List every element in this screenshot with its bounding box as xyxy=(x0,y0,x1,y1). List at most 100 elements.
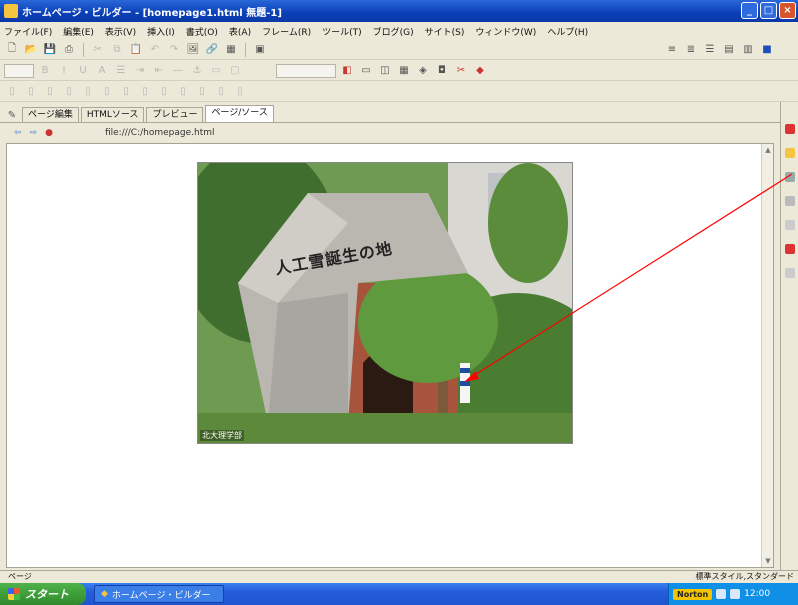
layout-btn-2-icon[interactable]: ▯ xyxy=(23,85,39,99)
layout-btn-4-icon[interactable]: ▯ xyxy=(61,85,77,99)
text-pane-icon[interactable] xyxy=(784,196,795,206)
menu-view[interactable]: 表示(V) xyxy=(105,25,136,38)
menu-site[interactable]: サイト(S) xyxy=(425,25,465,38)
taskbar-item-homepage-builder[interactable]: ◆ ホームページ・ビルダー xyxy=(94,585,224,603)
form-icon[interactable]: ▭ xyxy=(208,64,224,78)
tab-page-edit[interactable]: ページ編集 xyxy=(22,107,79,122)
maximize-button[interactable]: □ xyxy=(760,2,777,19)
close-button[interactable]: × xyxy=(779,2,796,19)
layout-btn-1-icon[interactable]: ▯ xyxy=(4,85,20,99)
paste-icon[interactable]: 📋 xyxy=(128,43,144,57)
volume-icon[interactable] xyxy=(730,589,741,599)
start-button[interactable]: スタート xyxy=(0,583,86,605)
undo-icon[interactable]: ↶ xyxy=(147,43,163,57)
view-tabs: ✎ ページ編集 HTMLソース プレビュー ページ/ソース xyxy=(0,102,780,122)
layout-btn-13-icon[interactable]: ▯ xyxy=(232,85,248,99)
button-icon[interactable]: ▢ xyxy=(227,64,243,78)
menu-format[interactable]: 書式(O) xyxy=(186,25,218,38)
menu-tools[interactable]: ツール(T) xyxy=(322,25,362,38)
insert-media-icon[interactable]: ◈ xyxy=(415,64,431,78)
editor-canvas[interactable]: 人工雪誕生の地 北大理学部 ▲ ▼ xyxy=(6,143,774,568)
menu-help[interactable]: ヘルプ(H) xyxy=(547,25,588,38)
layout-btn-10-icon[interactable]: ▯ xyxy=(175,85,191,99)
menu-window[interactable]: ウィンドウ(W) xyxy=(475,25,536,38)
tab-preview[interactable]: プレビュー xyxy=(146,107,204,122)
app-icon xyxy=(4,4,18,18)
back-arrow-icon[interactable]: ⇦ xyxy=(14,128,22,138)
layout-btn-6-icon[interactable]: ▯ xyxy=(99,85,115,99)
image-icon[interactable]: 🖼 xyxy=(185,43,201,57)
insert-object-icon[interactable]: ◘ xyxy=(434,64,450,78)
scroll-down-icon[interactable]: ▼ xyxy=(762,555,774,567)
redo-icon[interactable]: ↷ xyxy=(166,43,182,57)
insert-text-icon[interactable]: ▭ xyxy=(358,64,374,78)
open-folder-icon[interactable]: 📂 xyxy=(23,43,39,57)
taskbar: スタート ◆ ホームページ・ビルダー Norton 12:00 xyxy=(0,583,798,605)
help-icon[interactable] xyxy=(784,124,795,134)
copy-icon[interactable]: ⧉ xyxy=(109,43,125,57)
new-page-icon[interactable]: 🗋 xyxy=(4,43,20,57)
cut-icon[interactable]: ✂ xyxy=(90,43,106,57)
inserted-photo[interactable]: 人工雪誕生の地 北大理学部 xyxy=(197,162,573,444)
tab-page-source[interactable]: ページ/ソース xyxy=(205,105,274,122)
print-icon[interactable]: ⎙ xyxy=(61,43,77,57)
layout-btn-12-icon[interactable]: ▯ xyxy=(213,85,229,99)
photo-caption: 北大理学部 xyxy=(200,430,244,441)
stop-icon[interactable]: ● xyxy=(45,128,53,138)
layout-btn-8-icon[interactable]: ▯ xyxy=(137,85,153,99)
list-icon[interactable]: ☰ xyxy=(113,64,129,78)
menu-blog[interactable]: ブログ(G) xyxy=(373,25,414,38)
align-right-icon[interactable]: ☰ xyxy=(702,43,718,57)
diamond-icon[interactable]: ◆ xyxy=(472,64,488,78)
anchor-icon[interactable]: ⚓ xyxy=(189,64,205,78)
table-pane-icon[interactable] xyxy=(784,220,795,230)
tab-html-source[interactable]: HTMLソース xyxy=(80,107,145,122)
font-combo[interactable] xyxy=(276,63,336,78)
insert-table-icon[interactable]: ▦ xyxy=(396,64,412,78)
table-icon[interactable]: ▦ xyxy=(223,43,239,57)
link-icon[interactable]: 🔗 xyxy=(204,43,220,57)
insert-image-icon[interactable]: ◫ xyxy=(377,64,393,78)
forward-arrow-icon[interactable]: ⇨ xyxy=(30,128,38,138)
save-icon[interactable]: 💾 xyxy=(42,43,58,57)
layout-toolbar: ▯ ▯ ▯ ▯ ▯ ▯ ▯ ▯ ▯ ▯ ▯ ▯ ▯ xyxy=(0,82,798,102)
layout-icon[interactable]: ▣ xyxy=(252,43,268,57)
status-right-text: 標準スタイル,スタンダード xyxy=(695,572,794,581)
settings-pane-icon[interactable] xyxy=(784,268,795,278)
menu-frame[interactable]: フレーム(R) xyxy=(262,25,311,38)
network-icon[interactable] xyxy=(716,589,727,599)
vertical-scrollbar[interactable]: ▲ ▼ xyxy=(761,144,773,567)
menu-insert[interactable]: 挿入(I) xyxy=(147,25,175,38)
italic-icon[interactable]: I xyxy=(56,64,72,78)
norton-icon[interactable]: Norton xyxy=(673,588,713,600)
hr-icon[interactable]: ― xyxy=(170,64,186,78)
grid-icon[interactable]: ▤ xyxy=(721,43,737,57)
align-center-icon[interactable]: ≣ xyxy=(683,43,699,57)
layout-btn-5-icon[interactable]: ▯ xyxy=(80,85,96,99)
folder-icon[interactable] xyxy=(784,148,795,158)
indent-icon[interactable]: ⇥ xyxy=(132,64,148,78)
minimize-button[interactable]: _ xyxy=(741,2,758,19)
alert-pane-icon[interactable] xyxy=(784,244,795,254)
font-color-icon[interactable]: A xyxy=(94,64,110,78)
align-left-icon[interactable]: ≡ xyxy=(664,43,680,57)
layout-btn-7-icon[interactable]: ▯ xyxy=(118,85,134,99)
bold-icon[interactable]: B xyxy=(37,64,53,78)
scroll-up-icon[interactable]: ▲ xyxy=(762,144,774,156)
tray-clock: 12:00 xyxy=(744,589,771,599)
outdent-icon[interactable]: ⇤ xyxy=(151,64,167,78)
menu-table[interactable]: 表(A) xyxy=(229,25,251,38)
tools-icon[interactable]: ✂ xyxy=(453,64,469,78)
toolbar-separator xyxy=(83,42,84,57)
frame-icon[interactable]: ▥ xyxy=(740,43,756,57)
font-style-icon[interactable]: ◧ xyxy=(339,64,355,78)
menu-edit[interactable]: 編集(E) xyxy=(63,25,94,38)
layout-btn-3-icon[interactable]: ▯ xyxy=(42,85,58,99)
panel-icon[interactable]: ■ xyxy=(759,43,775,57)
layout-btn-9-icon[interactable]: ▯ xyxy=(156,85,172,99)
layout-btn-11-icon[interactable]: ▯ xyxy=(194,85,210,99)
menu-file[interactable]: ファイル(F) xyxy=(4,25,52,38)
underline-icon[interactable]: U xyxy=(75,64,91,78)
copy-pane-icon[interactable] xyxy=(784,172,795,182)
style-combo[interactable] xyxy=(4,63,34,78)
